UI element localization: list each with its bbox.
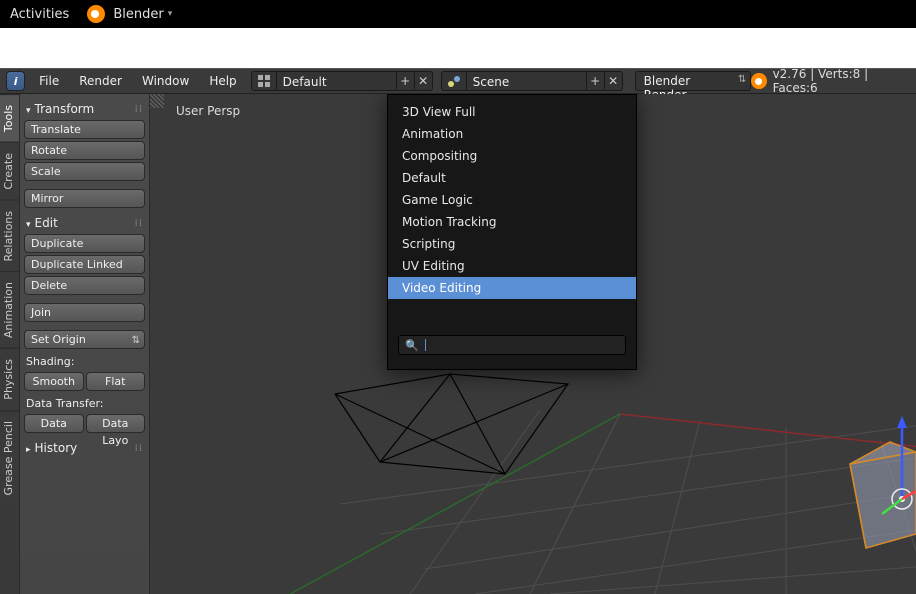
tool-tabs: Tools Create Relations Animation Physics… — [0, 94, 20, 594]
blender-header: i File Render Window Help Default + ✕ Sc… — [0, 68, 916, 94]
layout-option[interactable]: Video Editing — [388, 277, 636, 299]
disclosure-right-icon — [26, 441, 31, 455]
duplicate-linked-button[interactable]: Duplicate Linked — [24, 255, 145, 274]
scene-field: Scene + ✕ — [441, 71, 623, 91]
tab-relations[interactable]: Relations — [0, 200, 19, 272]
menu-render[interactable]: Render — [69, 74, 132, 88]
text-caret — [425, 339, 426, 351]
rotate-button[interactable]: Rotate — [24, 141, 145, 160]
os-top-bar: Activities Blender ▾ — [0, 0, 916, 28]
tab-create[interactable]: Create — [0, 142, 19, 200]
3d-viewport[interactable]: User Persp — [150, 94, 916, 594]
screen-layout-add-button[interactable]: + — [397, 71, 415, 91]
stats-text: v2.76 | Verts:8 | Faces:6 — [773, 67, 910, 95]
menu-help[interactable]: Help — [199, 74, 246, 88]
work-area: Tools Create Relations Animation Physics… — [0, 94, 916, 594]
layout-option[interactable]: 3D View Full — [388, 95, 636, 123]
delete-button[interactable]: Delete — [24, 276, 145, 295]
panel-transform-header[interactable]: Transform ⁞⁞ — [24, 100, 145, 118]
screen-layout-name[interactable]: Default — [277, 71, 397, 91]
tab-tools[interactable]: Tools — [0, 94, 19, 142]
default-cube[interactable] — [850, 416, 916, 548]
set-origin-select[interactable]: Set Origin — [24, 330, 145, 349]
scene-name[interactable]: Scene — [467, 71, 587, 91]
search-icon: 🔍 — [405, 339, 419, 352]
data-transfer-button[interactable]: Data — [24, 414, 84, 433]
grip-icon: ⁞⁞ — [135, 443, 143, 454]
layout-option[interactable]: Default — [388, 167, 636, 189]
panel-title: Transform — [35, 102, 95, 116]
blender-logo-icon — [87, 5, 105, 23]
disclosure-down-icon — [26, 102, 31, 116]
data-layout-button[interactable]: Data Layo — [86, 414, 146, 433]
screen-layout-delete-button[interactable]: ✕ — [415, 71, 433, 91]
translate-button[interactable]: Translate — [24, 120, 145, 139]
mirror-button[interactable]: Mirror — [24, 189, 145, 208]
screen-layout-dropdown: 3D View FullAnimationCompositingDefaultG… — [387, 94, 637, 370]
panel-edit-header[interactable]: Edit ⁞⁞ — [24, 214, 145, 232]
tab-grease-pencil[interactable]: Grease Pencil — [0, 410, 19, 505]
layout-option[interactable]: Scripting — [388, 233, 636, 255]
shade-smooth-button[interactable]: Smooth — [24, 372, 84, 391]
tab-physics[interactable]: Physics — [0, 348, 19, 410]
data-transfer-label: Data Transfer: — [24, 393, 145, 412]
tool-shelf: Transform ⁞⁞ Translate Rotate Scale Mirr… — [20, 94, 150, 594]
scene-delete-button[interactable]: ✕ — [605, 71, 623, 91]
screen-layout-field: Default + ✕ — [251, 71, 433, 91]
app-name: Blender — [113, 7, 163, 22]
scene-browse-icon[interactable] — [441, 71, 467, 91]
panel-title: History — [35, 441, 78, 455]
header-stats: v2.76 | Verts:8 | Faces:6 — [751, 67, 910, 95]
duplicate-button[interactable]: Duplicate — [24, 234, 145, 253]
shade-flat-button[interactable]: Flat — [86, 372, 146, 391]
scene-add-button[interactable]: + — [587, 71, 605, 91]
layout-option[interactable]: Game Logic — [388, 189, 636, 211]
screen-layout-browse-icon[interactable] — [251, 71, 277, 91]
layout-option[interactable]: Compositing — [388, 145, 636, 167]
menu-file[interactable]: File — [29, 74, 69, 88]
shading-label: Shading: — [24, 351, 145, 370]
join-button[interactable]: Join — [24, 303, 145, 322]
app-menu[interactable]: Blender ▾ — [87, 5, 172, 23]
panel-title: Edit — [35, 216, 58, 230]
editor-type-info-icon[interactable]: i — [6, 71, 25, 91]
layout-option[interactable]: UV Editing — [388, 255, 636, 277]
menu-window[interactable]: Window — [132, 74, 199, 88]
scale-button[interactable]: Scale — [24, 162, 145, 181]
blender-logo-icon — [751, 73, 766, 89]
layout-search-input[interactable]: 🔍 — [398, 335, 626, 355]
layout-option[interactable]: Motion Tracking — [388, 211, 636, 233]
tab-animation[interactable]: Animation — [0, 271, 19, 348]
activities-button[interactable]: Activities — [10, 7, 69, 22]
grip-icon: ⁞⁞ — [135, 104, 143, 115]
layout-option[interactable]: Animation — [388, 123, 636, 145]
disclosure-down-icon — [26, 216, 31, 230]
chevron-down-icon: ▾ — [168, 9, 173, 19]
white-gap — [0, 28, 916, 68]
grip-icon: ⁞⁞ — [135, 218, 143, 229]
render-engine-select[interactable]: Blender Render — [635, 71, 752, 91]
